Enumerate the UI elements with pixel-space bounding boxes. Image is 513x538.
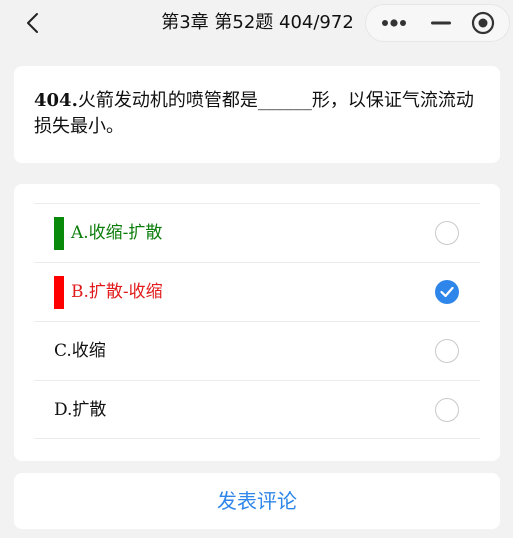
back-button[interactable] <box>22 11 46 35</box>
question-text: 404.火箭发动机的喷管都是______形，以保证气流流动损失最小。 <box>34 88 480 140</box>
option-b[interactable]: B.扩散-收缩 <box>34 262 480 321</box>
close-button[interactable] <box>466 5 506 41</box>
comment-card[interactable]: 发表评论 <box>14 473 500 529</box>
option-label: D.扩散 <box>54 400 107 420</box>
chevron-left-icon <box>27 13 38 33</box>
radio-button[interactable] <box>435 398 459 422</box>
minimize-icon <box>431 21 451 25</box>
radio-button[interactable] <box>435 221 459 245</box>
check-icon <box>440 286 454 298</box>
question-card: 404.火箭发动机的喷管都是______形，以保证气流流动损失最小。 <box>14 66 500 163</box>
option-a[interactable]: A.收缩-扩散 <box>34 203 480 262</box>
radio-button-checked[interactable] <box>435 280 459 304</box>
option-label: B.扩散-收缩 <box>71 282 163 302</box>
more-button[interactable] <box>374 5 414 41</box>
wrong-indicator-bar <box>54 276 64 309</box>
option-label: C.收缩 <box>54 341 106 361</box>
radio-button[interactable] <box>435 339 459 363</box>
option-label: A.收缩-扩散 <box>71 223 163 243</box>
question-number: 404. <box>34 90 78 111</box>
more-icon <box>382 19 406 27</box>
post-comment-button[interactable]: 发表评论 <box>14 473 500 529</box>
option-c[interactable]: C.收缩 <box>34 321 480 380</box>
close-circle-icon <box>471 11 495 35</box>
minimize-button[interactable] <box>421 5 461 41</box>
option-d[interactable]: D.扩散 <box>34 380 480 439</box>
page-title: 第3章 第52题 404/972 <box>161 12 354 33</box>
question-stem: 火箭发动机的喷管都是______形，以保证气流流动损失最小。 <box>34 90 474 137</box>
correct-indicator-bar <box>54 217 64 250</box>
options-card: A.收缩-扩散 B.扩散-收缩 C.收缩 D.扩散 <box>14 184 500 461</box>
mini-program-capsule <box>365 4 510 42</box>
nav-bar: 第3章 第52题 404/972 <box>0 0 513 46</box>
